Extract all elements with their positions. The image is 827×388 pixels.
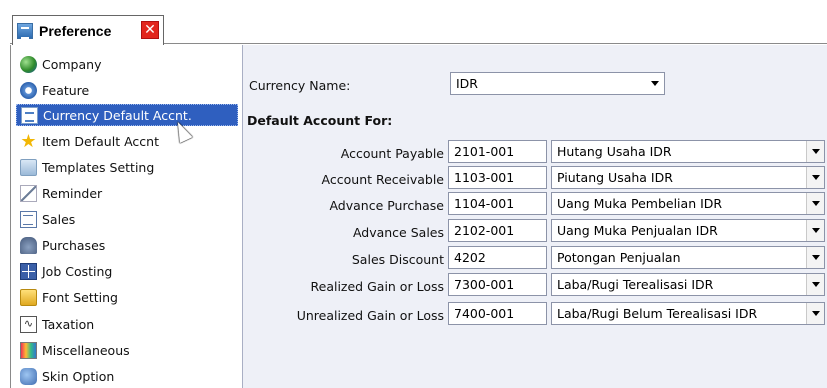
tab-strip: Preference ✕	[10, 15, 827, 45]
account-payable-label: Account Payable	[340, 146, 444, 161]
preference-icon	[17, 22, 33, 39]
sales-discount-label: Sales Discount	[351, 252, 444, 267]
advance-sales-label: Advance Sales	[352, 225, 444, 240]
realized-gain-loss-account-value: Laba/Rugi Terealisasi IDR	[557, 277, 714, 292]
sales-discount-account-value: Potongan Penjualan	[557, 250, 681, 265]
sidebar-item-job-costing[interactable]: Job Costing	[16, 260, 238, 282]
sidebar-item-skin-option[interactable]: Skin Option	[16, 365, 238, 387]
sidebar-item-feature[interactable]: Feature	[16, 79, 238, 101]
sidebar-item-label: Miscellaneous	[42, 342, 130, 358]
chevron-down-icon[interactable]	[806, 167, 824, 188]
chevron-down-icon[interactable]	[806, 247, 824, 268]
advance-purchase-label: Advance Purchase	[329, 198, 444, 213]
sidebar-item-item-default-accnt[interactable]: ★ Item Default Accnt	[16, 130, 238, 152]
close-icon[interactable]: ✕	[141, 21, 159, 39]
sidebar-item-label: Reminder	[42, 185, 103, 201]
sidebar-item-label: Font Setting	[42, 289, 118, 305]
sidebar-item-templates-setting[interactable]: Templates Setting	[16, 156, 238, 178]
sidebar-item-label: Taxation	[42, 316, 95, 332]
currency-name-select[interactable]: IDR	[450, 72, 665, 95]
realized-gain-loss-label: Realized Gain or Loss	[310, 279, 444, 294]
sidebar-item-reminder[interactable]: Reminder	[16, 182, 238, 204]
advance-purchase-code-field[interactable]: 1104-001	[448, 192, 547, 215]
skin-icon	[20, 367, 37, 385]
globe-icon	[20, 55, 37, 73]
advance-sales-code-field[interactable]: 2102-001	[448, 219, 547, 242]
currency-doc-icon	[21, 106, 38, 124]
sidebar-item-company[interactable]: Company	[16, 53, 238, 75]
taxation-icon: ∿	[20, 315, 37, 333]
unrealized-gain-loss-account-select[interactable]: Laba/Rugi Belum Terealisasi IDR	[551, 302, 825, 325]
tab-preference[interactable]: Preference ✕	[12, 15, 164, 45]
chevron-down-icon[interactable]	[806, 274, 824, 295]
section-title: Default Account For:	[247, 113, 393, 128]
advance-sales-account-select[interactable]: Uang Muka Penjualan IDR	[551, 219, 825, 242]
account-payable-code-field[interactable]: 2101-001	[448, 140, 547, 163]
unrealized-gain-loss-account-value: Laba/Rugi Belum Terealisasi IDR	[557, 306, 758, 321]
tab-label: Preference	[39, 22, 112, 39]
currency-default-account-panel: Currency Name: IDR Default Account For: …	[242, 45, 827, 388]
advance-purchase-account-value: Uang Muka Pembelian IDR	[557, 196, 723, 211]
currency-name-label: Currency Name:	[249, 78, 351, 93]
chevron-down-icon[interactable]	[806, 141, 824, 162]
reminder-icon	[20, 184, 37, 202]
account-receivable-account-select[interactable]: Piutang Usaha IDR	[551, 166, 825, 189]
font-folder-icon	[20, 288, 37, 306]
sidebar-item-taxation[interactable]: ∿ Taxation	[16, 313, 238, 335]
chevron-down-icon[interactable]	[806, 193, 824, 214]
account-payable-account-select[interactable]: Hutang Usaha IDR	[551, 140, 825, 163]
advance-purchase-account-select[interactable]: Uang Muka Pembelian IDR	[551, 192, 825, 215]
gear-icon	[20, 81, 37, 99]
purchases-icon	[20, 236, 37, 254]
sidebar-item-purchases[interactable]: Purchases	[16, 234, 238, 256]
star-icon: ★	[20, 130, 37, 152]
realized-gain-loss-code-field[interactable]: 7300-001	[448, 273, 547, 296]
miscellaneous-icon	[20, 341, 37, 359]
sidebar-item-miscellaneous[interactable]: Miscellaneous	[16, 339, 238, 361]
chevron-down-icon[interactable]	[806, 220, 824, 241]
sales-discount-code-field[interactable]: 4202	[448, 246, 547, 269]
sidebar-item-label: Company	[42, 56, 102, 72]
account-receivable-label: Account Receivable	[321, 172, 444, 187]
account-receivable-account-value: Piutang Usaha IDR	[557, 170, 673, 185]
sidebar-item-label: Currency Default Accnt.	[43, 107, 192, 123]
sidebar-item-label: Skin Option	[42, 368, 115, 384]
sidebar-item-label: Item Default Accnt	[42, 133, 159, 149]
job-costing-icon	[20, 262, 37, 280]
sidebar-item-label: Templates Setting	[42, 159, 155, 175]
unrealized-gain-loss-code-field[interactable]: 7400-001	[448, 302, 547, 325]
account-receivable-code-field[interactable]: 1103-001	[448, 166, 547, 189]
chevron-down-icon[interactable]	[806, 303, 824, 324]
preference-window: Preference ✕ Company Feature Currency De…	[0, 0, 827, 388]
sales-discount-account-select[interactable]: Potongan Penjualan	[551, 246, 825, 269]
unrealized-gain-loss-label: Unrealized Gain or Loss	[296, 308, 444, 323]
sidebar-item-label: Feature	[42, 82, 90, 98]
sidebar-item-label: Job Costing	[42, 263, 113, 279]
sales-icon	[20, 210, 37, 228]
sidebar-item-sales[interactable]: Sales	[16, 208, 238, 230]
sidebar-item-font-setting[interactable]: Font Setting	[16, 286, 238, 308]
sidebar-item-label: Sales	[42, 211, 76, 227]
currency-name-value: IDR	[456, 76, 478, 91]
chevron-down-icon[interactable]	[646, 73, 664, 94]
advance-sales-account-value: Uang Muka Penjualan IDR	[557, 223, 718, 238]
templates-icon	[20, 158, 37, 176]
account-payable-account-value: Hutang Usaha IDR	[557, 144, 672, 159]
sidebar-item-currency-default-accnt[interactable]: Currency Default Accnt.	[16, 104, 238, 126]
preference-sidebar: Company Feature Currency Default Accnt. …	[10, 45, 238, 388]
realized-gain-loss-account-select[interactable]: Laba/Rugi Terealisasi IDR	[551, 273, 825, 296]
sidebar-item-label: Purchases	[42, 237, 106, 253]
